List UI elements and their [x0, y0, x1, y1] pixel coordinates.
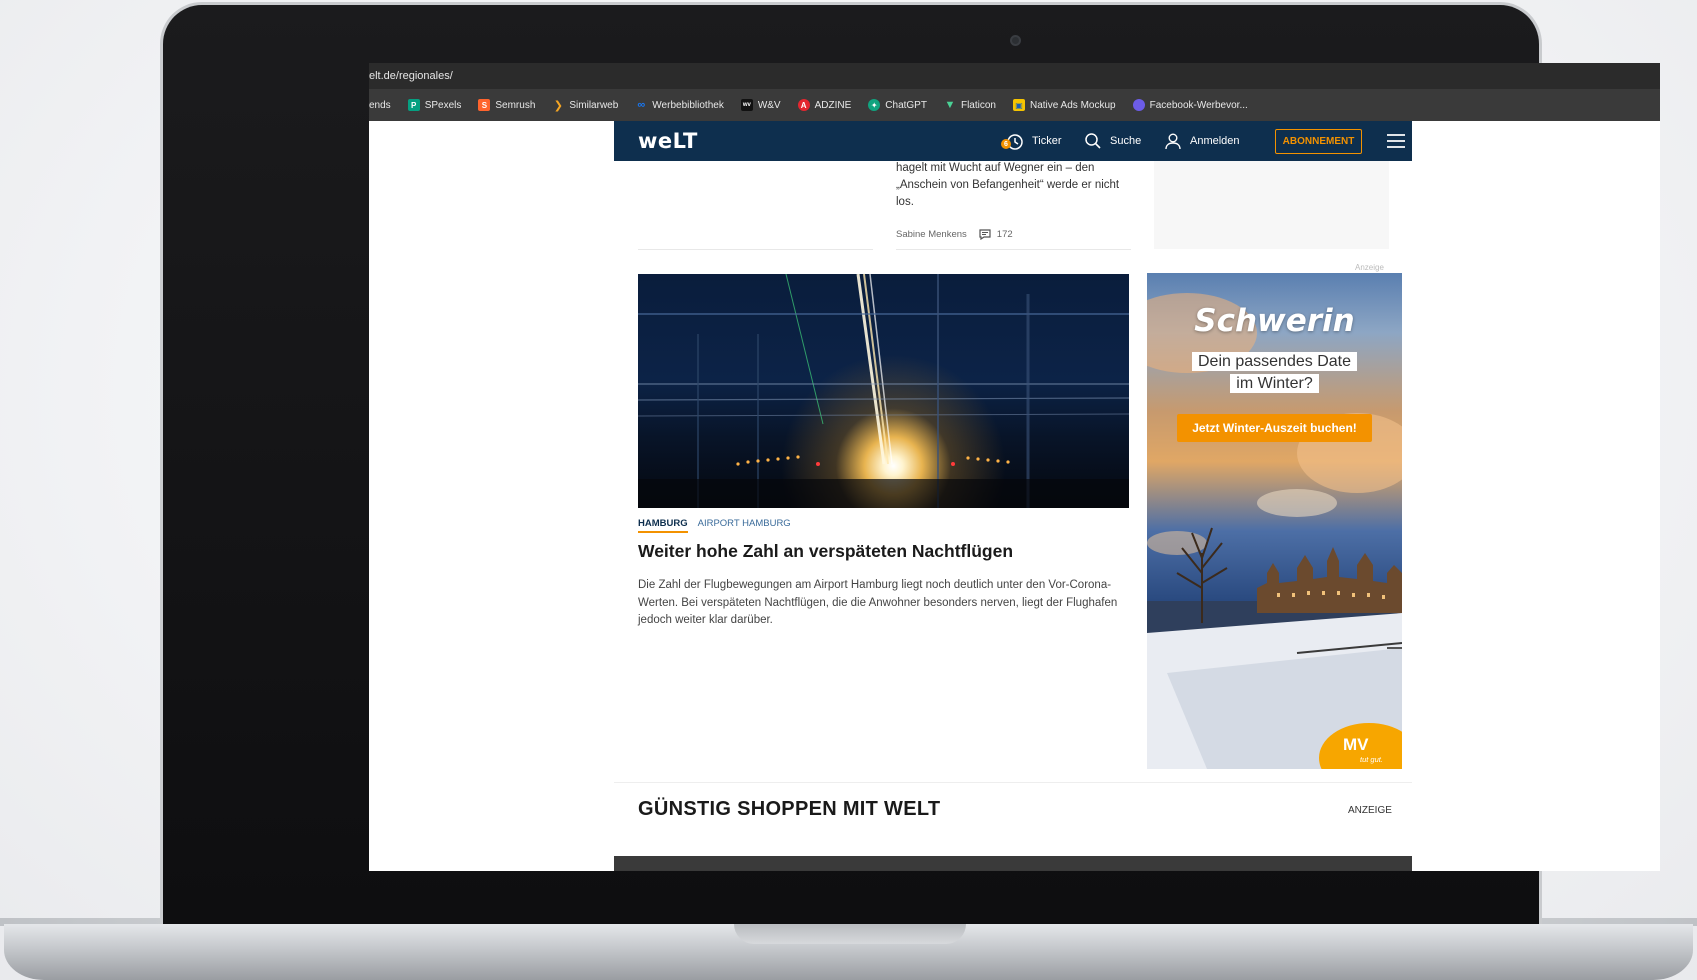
tag-airport-hamburg[interactable]: AIRPORT HAMBURG — [698, 518, 791, 533]
bookmark-flaticon[interactable]: ▼ Flaticon — [944, 99, 996, 111]
bookmark-semrush[interactable]: S Semrush — [478, 99, 535, 111]
article-teaser[interactable]: Die Zahl der Flugbewegungen am Airport H… — [638, 577, 1129, 630]
mv-tagline: tut gut. — [1360, 755, 1383, 764]
search-button[interactable]: Suche — [1084, 121, 1141, 161]
chatgpt-icon: ✦ — [868, 99, 881, 111]
section-divider — [614, 782, 1412, 783]
runway-lights-illustration — [638, 274, 1129, 508]
adzine-icon: A — [797, 99, 810, 111]
facebook-icon — [1132, 99, 1145, 111]
welt-logo[interactable]: weLT — [638, 129, 698, 153]
native-ads-icon: ▣ — [1012, 99, 1025, 111]
shopping-section-title[interactable]: GÜNSTIG SHOPPEN MIT WELT — [638, 798, 940, 821]
ad-subtitle: Dein passendes Date im Winter? — [1147, 351, 1402, 395]
divider — [638, 249, 873, 250]
ad-cta-button[interactable]: Jetzt Winter-Auszeit buchen! — [1177, 414, 1372, 442]
content-column: hagelt mit Wucht auf Wegner ein – den „A… — [614, 121, 1412, 871]
ad-banner-schwerin[interactable]: Schwerin Dein passendes Date im Winter? … — [1147, 273, 1402, 769]
laptop-screen: elt.de/regionales/ ends P SPexels S Semr… — [369, 63, 1660, 871]
bookmark-chatgpt[interactable]: ✦ ChatGPT — [868, 99, 927, 111]
user-icon — [1165, 133, 1181, 150]
tag-hamburg[interactable]: HAMBURG — [638, 518, 688, 533]
address-bar[interactable]: elt.de/regionales/ — [369, 63, 1660, 89]
article-tags: HAMBURG AIRPORT HAMBURG — [638, 518, 791, 533]
shopping-section-bar — [614, 856, 1412, 871]
flaticon-icon: ▼ — [944, 99, 956, 111]
ticker-button[interactable]: 6 Ticker — [1001, 121, 1062, 161]
search-icon — [1085, 133, 1101, 149]
mv-brand: MV — [1343, 735, 1369, 754]
previous-article-teaser[interactable]: hagelt mit Wucht auf Wegner ein – den „A… — [896, 160, 1138, 211]
article-image-runway-night[interactable] — [638, 274, 1129, 508]
bookmark-similarweb[interactable]: ❯ Similarweb — [552, 99, 619, 112]
bookmark-wv[interactable]: wv W&V — [740, 99, 781, 111]
web-page: hagelt mit Wucht auf Wegner ein – den „A… — [369, 121, 1660, 871]
abonnement-button[interactable]: ABONNEMENT — [1275, 129, 1362, 154]
semrush-icon: S — [478, 99, 491, 111]
bookmark-adzine[interactable]: A ADZINE — [797, 99, 851, 111]
bookmark-werbebibliothek[interactable]: ∞ Werbebibliothek — [635, 99, 723, 111]
previous-article-meta: Sabine Menkens 172 — [896, 229, 1013, 240]
divider — [896, 249, 1131, 250]
laptop-base-notch — [734, 924, 966, 944]
ad-label: Anzeige — [1355, 263, 1384, 272]
url-text: elt.de/regionales/ — [369, 70, 453, 82]
author-name[interactable]: Sabine Menkens — [896, 229, 967, 240]
article-headline[interactable]: Weiter hohe Zahl an verspäteten Nachtflü… — [638, 541, 1129, 562]
bookmarks-bar: ends P SPexels S Semrush ❯ Similarweb ∞ … — [369, 89, 1660, 121]
bookmark-pexels[interactable]: P SPexels — [407, 99, 461, 111]
bookmark-native-ads[interactable]: ▣ Native Ads Mockup — [1012, 99, 1116, 111]
pexels-icon: P — [407, 99, 420, 111]
login-button[interactable]: Anmelden — [1164, 121, 1240, 161]
ticker-badge: 6 — [1001, 139, 1011, 149]
wv-icon: wv — [740, 99, 753, 111]
similarweb-icon: ❯ — [553, 99, 563, 112]
laptop-lid: elt.de/regionales/ ends P SPexels S Semr… — [160, 2, 1660, 924]
welt-header: weLT 6 Ticker Suche Anmelden ABONNEMENT — [614, 121, 1412, 161]
comment-count[interactable]: 172 — [979, 229, 1013, 240]
tree-illustration — [1176, 527, 1228, 623]
meta-icon: ∞ — [637, 99, 646, 111]
bookmark-trends[interactable]: ends — [369, 100, 391, 111]
comment-icon — [979, 229, 991, 240]
castle-illustration — [1257, 547, 1402, 613]
webcam — [1010, 35, 1021, 46]
bookmark-facebook-werbevorlagen[interactable]: Facebook-Werbevor... — [1132, 99, 1248, 111]
menu-icon[interactable] — [1387, 134, 1405, 148]
shopping-ad-label: ANZEIGE — [1348, 805, 1392, 816]
ad-title: Schwerin — [1194, 303, 1355, 339]
